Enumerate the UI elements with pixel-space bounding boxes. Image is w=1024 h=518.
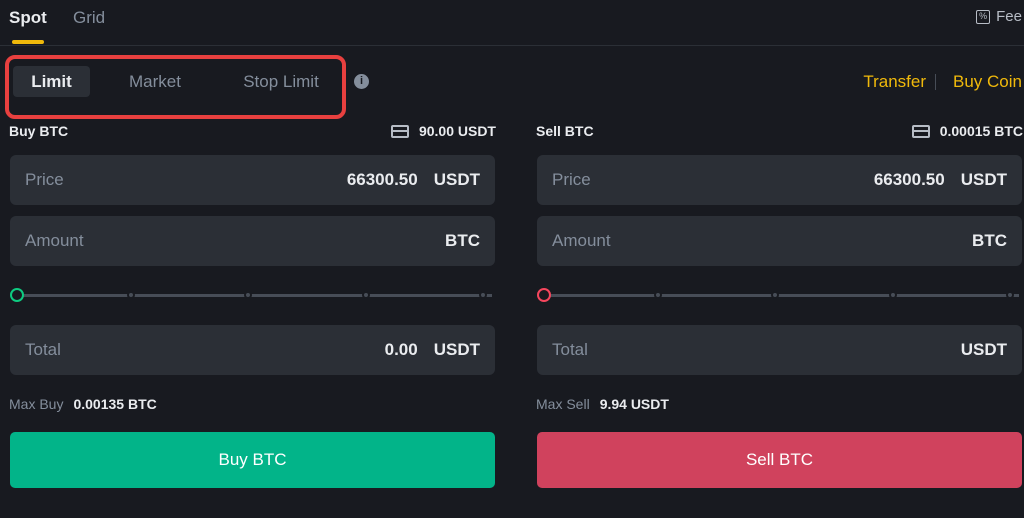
buy-amount-slider[interactable]: [9, 287, 496, 303]
buy-panel-title: Buy BTC: [9, 123, 69, 139]
slider-handle[interactable]: [537, 288, 551, 302]
wallet-icon: [390, 124, 409, 138]
buy-coin-link[interactable]: Buy Coin: [953, 72, 1022, 92]
slider-handle[interactable]: [10, 288, 24, 302]
sell-panel: Sell BTC 0.00015 BTC Price 66300.50 USDT…: [536, 120, 1023, 500]
buy-price-input[interactable]: Price 66300.50 USDT: [10, 155, 495, 205]
order-type-bar: Limit Market Stop Limit i Transfer Buy C…: [0, 55, 1024, 119]
sell-available-balance: 0.00015 BTC: [911, 123, 1023, 139]
buy-price-unit: USDT: [433, 170, 480, 189]
sell-price-input[interactable]: Price 66300.50 USDT: [537, 155, 1022, 205]
tab-market[interactable]: Market: [122, 66, 188, 97]
buy-total-unit: USDT: [433, 340, 480, 359]
max-sell-value: 9.94 USDT: [599, 396, 669, 412]
sell-amount-input[interactable]: Amount BTC: [537, 216, 1022, 266]
slider-tick-50[interactable]: [244, 291, 252, 299]
sell-price-label: Price: [552, 170, 591, 189]
slider-track: [550, 294, 1019, 297]
top-tab-bar: Spot Grid % Fee: [0, 0, 1024, 46]
max-sell-row: Max Sell 9.94 USDT: [536, 396, 669, 412]
buy-amount-unit: BTC: [445, 231, 480, 250]
slider-track: [23, 294, 492, 297]
max-buy-label: Max Buy: [9, 396, 64, 412]
sell-amount-label: Amount: [552, 231, 611, 250]
buy-total-input[interactable]: Total 0.00 USDT: [10, 325, 495, 375]
buy-balance-value: 90.00 USDT: [418, 123, 496, 139]
buy-btc-button[interactable]: Buy BTC: [10, 432, 495, 488]
max-buy-value: 0.00135 BTC: [73, 396, 157, 412]
sell-balance-value: 0.00015 BTC: [939, 123, 1023, 139]
slider-tick-100[interactable]: [1006, 291, 1014, 299]
percent-icon: %: [976, 9, 991, 24]
sell-btc-button[interactable]: Sell BTC: [537, 432, 1022, 488]
sell-total-input[interactable]: Total USDT: [537, 325, 1022, 375]
fee-label: Fee: [996, 8, 1022, 25]
slider-tick-25[interactable]: [127, 291, 135, 299]
sell-amount-slider[interactable]: [536, 287, 1023, 303]
sell-total-unit: USDT: [960, 340, 1007, 359]
tab-spot[interactable]: Spot: [9, 8, 47, 28]
sell-amount-unit: BTC: [972, 231, 1007, 250]
buy-amount-input[interactable]: Amount BTC: [10, 216, 495, 266]
buy-amount-label: Amount: [25, 231, 84, 250]
sell-price-value: 66300.50: [873, 170, 945, 189]
tab-stop-limit[interactable]: Stop Limit: [234, 66, 328, 97]
buy-available-balance: 90.00 USDT: [390, 123, 496, 139]
fee-button[interactable]: % Fee: [976, 8, 1022, 25]
buy-price-value: 66300.50: [346, 170, 418, 189]
link-divider: [935, 74, 936, 90]
max-buy-row: Max Buy 0.00135 BTC: [9, 396, 157, 412]
wallet-icon: [911, 124, 930, 138]
slider-tick-75[interactable]: [362, 291, 370, 299]
sell-total-label: Total: [552, 340, 588, 359]
slider-tick-50[interactable]: [771, 291, 779, 299]
max-sell-label: Max Sell: [536, 396, 590, 412]
tab-limit[interactable]: Limit: [13, 66, 90, 97]
sell-price-unit: USDT: [960, 170, 1007, 189]
tab-grid[interactable]: Grid: [73, 8, 105, 28]
info-icon[interactable]: i: [354, 74, 369, 89]
transfer-link[interactable]: Transfer: [863, 72, 926, 92]
slider-tick-75[interactable]: [889, 291, 897, 299]
buy-price-label: Price: [25, 170, 64, 189]
slider-tick-100[interactable]: [479, 291, 487, 299]
slider-tick-25[interactable]: [654, 291, 662, 299]
buy-total-value: 0.00: [384, 340, 418, 359]
buy-total-label: Total: [25, 340, 61, 359]
active-tab-indicator: [12, 40, 44, 44]
sell-panel-title: Sell BTC: [536, 123, 594, 139]
buy-panel: Buy BTC 90.00 USDT Price 66300.50 USDT A…: [9, 120, 496, 500]
